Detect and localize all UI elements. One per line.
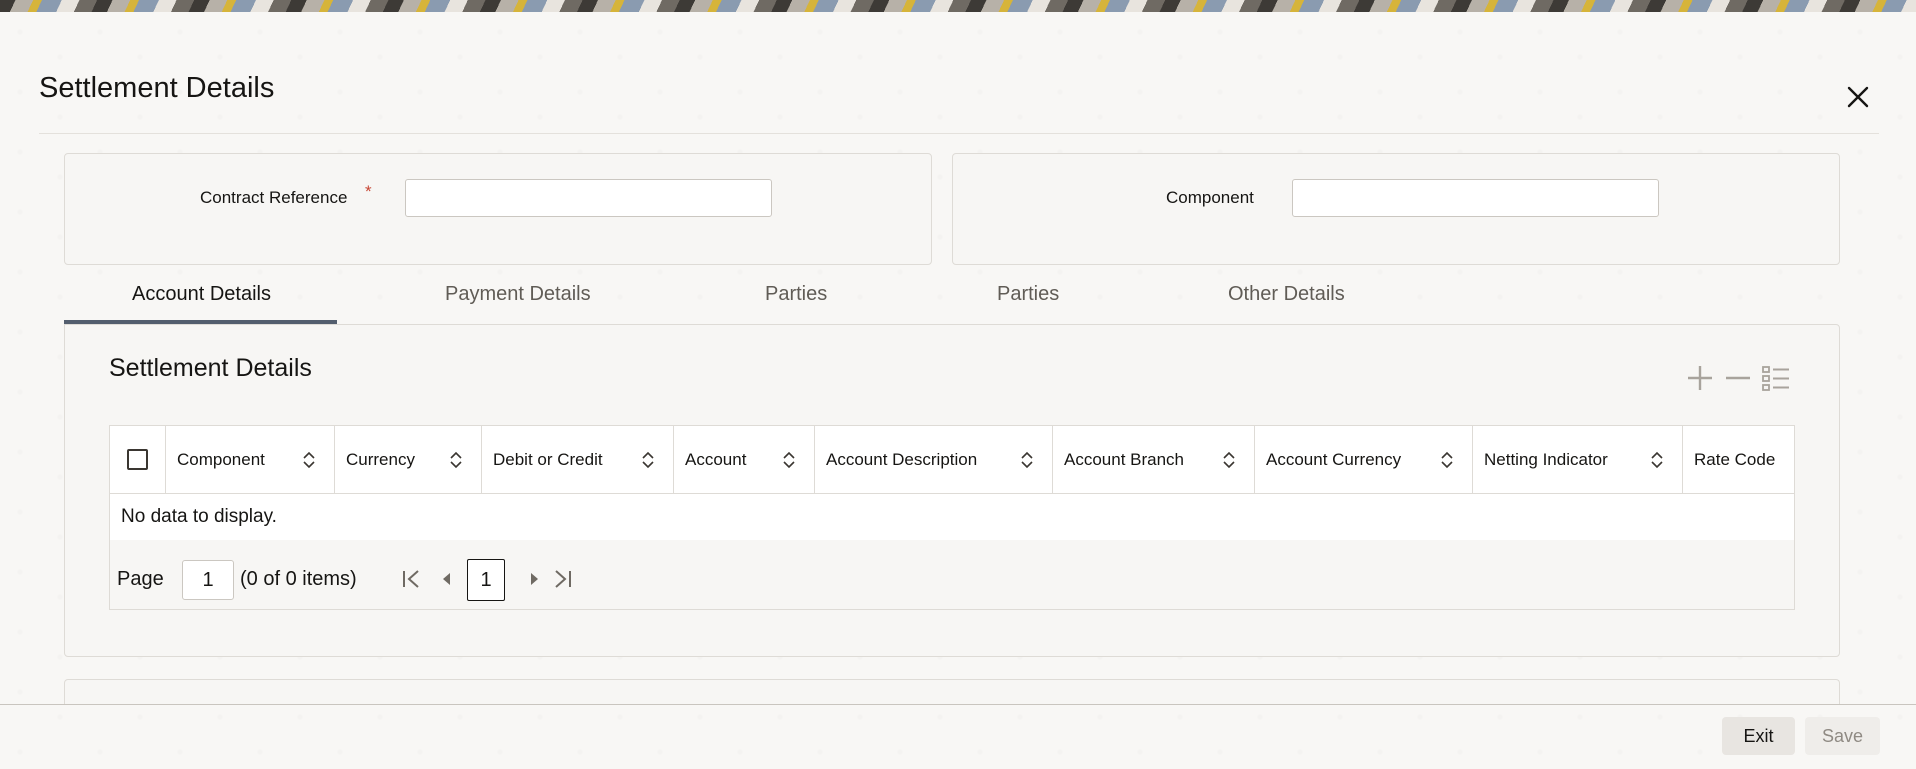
current-page-button[interactable]: 1 bbox=[467, 559, 505, 601]
column-label: Account bbox=[685, 449, 747, 469]
top-banner bbox=[0, 0, 1916, 12]
column-label: Currency bbox=[346, 449, 415, 469]
page-label: Page bbox=[117, 568, 164, 590]
column-label: Account Branch bbox=[1064, 449, 1185, 469]
sort-icon bbox=[1441, 451, 1453, 469]
add-row-button[interactable] bbox=[1684, 362, 1716, 394]
grid-pager: Page 1 (0 of 0 items) 1 bbox=[110, 540, 1794, 609]
tab-parties-2[interactable]: Parties bbox=[997, 283, 1059, 306]
close-icon bbox=[1847, 86, 1869, 108]
footer-divider bbox=[0, 704, 1916, 705]
column-header-netting-indicator[interactable]: Netting Indicator bbox=[1473, 426, 1683, 493]
required-marker: * bbox=[365, 182, 372, 201]
list-icon bbox=[1762, 366, 1789, 391]
last-page-icon[interactable] bbox=[551, 567, 575, 591]
tab-parties-1[interactable]: Parties bbox=[765, 283, 827, 306]
column-header-account-branch[interactable]: Account Branch bbox=[1053, 426, 1255, 493]
column-header-debit-or-credit[interactable]: Debit or Credit bbox=[482, 426, 674, 493]
column-label: Netting Indicator bbox=[1484, 449, 1608, 469]
sort-icon bbox=[783, 451, 795, 469]
previous-page-icon[interactable] bbox=[435, 567, 459, 591]
items-count: (0 of 0 items) bbox=[240, 568, 357, 590]
section-title: Settlement Details bbox=[109, 354, 312, 382]
contract-reference-input[interactable] bbox=[405, 179, 772, 217]
sort-icon bbox=[1021, 451, 1033, 469]
exit-button[interactable]: Exit bbox=[1722, 717, 1795, 755]
select-all-column bbox=[110, 426, 166, 493]
sort-icon bbox=[642, 451, 654, 469]
settlement-details-grid: Component Currency Debit or Credit Accou… bbox=[109, 425, 1795, 610]
column-label: Account Description bbox=[826, 449, 978, 469]
column-label: Account Currency bbox=[1266, 449, 1402, 469]
column-header-currency[interactable]: Currency bbox=[335, 426, 482, 493]
remove-icon bbox=[1726, 376, 1750, 380]
save-button[interactable]: Save bbox=[1805, 717, 1880, 755]
tab-account-details[interactable]: Account Details bbox=[132, 283, 271, 306]
sort-icon bbox=[1651, 451, 1663, 469]
grid-header: Component Currency Debit or Credit Accou… bbox=[110, 426, 1794, 494]
close-button[interactable] bbox=[1843, 82, 1873, 112]
select-all-checkbox[interactable] bbox=[127, 449, 148, 470]
component-label: Component bbox=[1166, 188, 1254, 207]
column-label: Rate Code bbox=[1694, 449, 1776, 469]
sort-icon bbox=[1223, 451, 1235, 469]
lower-panel bbox=[64, 679, 1840, 705]
contract-reference-label: Contract Reference bbox=[200, 188, 348, 207]
column-header-account-description[interactable]: Account Description bbox=[815, 426, 1053, 493]
column-header-rate-code[interactable]: Rate Code bbox=[1683, 426, 1794, 493]
sort-icon bbox=[303, 451, 315, 469]
dialog-title: Settlement Details bbox=[39, 72, 275, 104]
delete-row-button[interactable] bbox=[1722, 362, 1754, 394]
next-page-icon[interactable] bbox=[522, 567, 546, 591]
single-record-view-button[interactable] bbox=[1760, 362, 1792, 394]
page-number-input[interactable]: 1 bbox=[182, 560, 234, 600]
title-divider bbox=[39, 133, 1879, 134]
column-label: Debit or Credit bbox=[493, 449, 603, 469]
first-page-icon[interactable] bbox=[399, 567, 423, 591]
tab-other-details[interactable]: Other Details bbox=[1228, 283, 1345, 306]
tab-payment-details[interactable]: Payment Details bbox=[445, 283, 591, 306]
column-header-component[interactable]: Component bbox=[166, 426, 335, 493]
add-icon bbox=[1688, 366, 1712, 390]
column-header-account[interactable]: Account bbox=[674, 426, 815, 493]
component-input[interactable] bbox=[1292, 179, 1659, 217]
column-label: Component bbox=[177, 449, 265, 469]
sort-icon bbox=[450, 451, 462, 469]
column-header-account-currency[interactable]: Account Currency bbox=[1255, 426, 1473, 493]
empty-message: No data to display. bbox=[110, 494, 1794, 540]
